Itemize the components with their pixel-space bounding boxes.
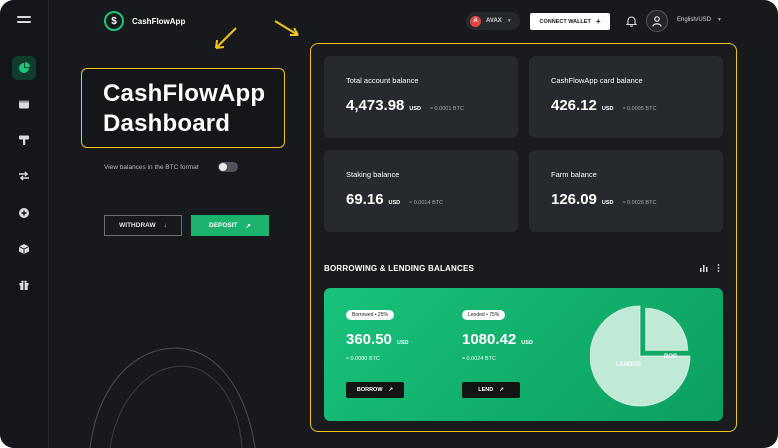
arrow-up-right-icon: ↗ <box>245 222 251 230</box>
balance-btc: ≈ 0.0095 BTC <box>622 106 657 112</box>
pie-chart-icon[interactable] <box>12 56 36 80</box>
lended-value-row: 1080.42 USD <box>462 331 533 348</box>
annotation-arrow-icon <box>274 20 299 36</box>
deposit-label: DEPOSIT <box>209 222 238 229</box>
deposit-button[interactable]: DEPOSIT ↗ <box>191 215 269 236</box>
borrowed-unit: USD <box>396 340 409 346</box>
logo-mark: $ <box>104 11 124 31</box>
balance-label: Total account balance <box>346 76 419 85</box>
balance-label: Staking balance <box>346 170 400 179</box>
balance-btc: ≈ 0.0001 BTC <box>430 106 464 112</box>
arrow-up-right-icon: ↗ <box>499 387 504 393</box>
network-label: AVAX <box>486 18 502 24</box>
connect-wallet-label: CONNECT WALLET <box>539 18 591 25</box>
borrowed-badge: Borrowed • 25% <box>346 310 394 320</box>
btc-format-toggle[interactable] <box>218 162 238 172</box>
bell-icon[interactable] <box>625 14 638 32</box>
top-bar: $ CashFlowApp A AVAX ▼ CONNECT WALLET + … <box>48 0 778 42</box>
lend-label: LEND <box>478 387 494 393</box>
decorative-arcs <box>89 347 256 448</box>
wallet-icon[interactable] <box>12 92 36 116</box>
borrowed-amount: 360.50 <box>346 331 392 348</box>
connect-wallet-button[interactable]: CONNECT WALLET + <box>530 13 610 30</box>
lending-card: Borrowed • 25% 360.50 USD ≈ 0.0080 BTC B… <box>324 288 723 421</box>
language-selector[interactable]: English/USD <box>677 17 711 23</box>
more-icon[interactable] <box>717 264 720 272</box>
balance-unit: USD <box>409 106 422 112</box>
balance-amount: 69.16 <box>346 191 384 208</box>
balance-card-farm[interactable]: Farm balance 126.09 USD ≈ 0.0026 BTC <box>529 150 723 232</box>
withdraw-button[interactable]: WITHDRAW ↓ <box>104 215 182 236</box>
swap-icon[interactable] <box>12 164 36 188</box>
annotation-arrow-icon <box>215 27 237 49</box>
box-icon[interactable] <box>12 237 36 261</box>
user-icon[interactable] <box>646 10 668 32</box>
lended-badge: Lended • 75% <box>462 310 506 320</box>
plus-icon: + <box>595 17 601 26</box>
balance-label: Farm balance <box>551 170 597 179</box>
borrowed-value-row: 360.50 USD <box>346 331 409 348</box>
balance-amount: 4,473.98 <box>346 97 405 114</box>
chevron-down-icon[interactable]: ▼ <box>717 17 722 23</box>
network-selector[interactable]: A AVAX ▼ <box>466 12 520 30</box>
bar-chart-icon[interactable] <box>700 264 708 272</box>
balance-unit: USD <box>388 200 401 206</box>
borrowed-btc: ≈ 0.0080 BTC <box>346 356 380 362</box>
dashboard-heading: CashFlowApp Dashboard <box>81 68 285 148</box>
page-title: CashFlowApp Dashboard <box>103 79 265 139</box>
balance-value-row: 69.16 USD ≈ 0.0014 BTC <box>346 191 443 208</box>
balance-unit: USD <box>601 106 614 112</box>
menu-icon[interactable] <box>17 16 31 26</box>
borrow-button[interactable]: BORROW ↗ <box>346 382 404 398</box>
app-logo[interactable]: $ CashFlowApp <box>104 11 185 31</box>
sidebar <box>0 0 49 448</box>
balance-amount: 126.09 <box>551 191 597 208</box>
hammer-icon[interactable] <box>12 128 36 152</box>
gift-icon[interactable] <box>12 273 36 297</box>
lend-button[interactable]: LEND ↗ <box>462 382 520 398</box>
balance-card-total[interactable]: Total account balance 4,473.98 USD ≈ 0.0… <box>324 56 518 138</box>
balance-value-row: 426.12 USD ≈ 0.0095 BTC <box>551 97 656 114</box>
withdraw-label: WITHDRAW <box>119 222 156 229</box>
section-toolbar <box>700 264 720 272</box>
btc-format-label: View balances in the BTC format <box>104 164 199 171</box>
plus-circle-icon[interactable] <box>12 201 36 225</box>
balance-amount: 426.12 <box>551 97 597 114</box>
app-name: CashFlowApp <box>132 16 186 26</box>
balance-card-card[interactable]: CashFlowApp card balance 426.12 USD ≈ 0.… <box>529 56 723 138</box>
lending-pie-chart: LENDED BOR <box>590 305 691 407</box>
lending-section-title: BORROWING & LENDING BALANCES <box>324 264 475 273</box>
pie-label-lended: LENDED <box>616 362 641 368</box>
balance-unit: USD <box>601 200 614 206</box>
pie-label-borrowed: BOR <box>664 354 678 360</box>
app-window: $ CashFlowApp A AVAX ▼ CONNECT WALLET + … <box>0 0 778 448</box>
balance-btc: ≈ 0.0026 BTC <box>622 200 657 206</box>
balances-panel: Total account balance 4,473.98 USD ≈ 0.0… <box>310 43 737 432</box>
balance-value-row: 126.09 USD ≈ 0.0026 BTC <box>551 191 656 208</box>
chevron-down-icon: ▼ <box>506 18 512 24</box>
balance-card-staking[interactable]: Staking balance 69.16 USD ≈ 0.0014 BTC <box>324 150 518 232</box>
balance-label: CashFlowApp card balance <box>551 76 643 85</box>
arrow-down-icon: ↓ <box>163 222 167 229</box>
arrow-up-right-icon: ↗ <box>388 387 394 393</box>
balance-value-row: 4,473.98 USD ≈ 0.0001 BTC <box>346 97 464 114</box>
title-line-1: CashFlowApp <box>103 80 266 107</box>
lended-btc: ≈ 0.0024 BTC <box>462 356 496 362</box>
pie-slice-borrowed[interactable] <box>645 307 689 351</box>
lended-amount: 1080.42 <box>462 331 517 348</box>
lended-unit: USD <box>521 340 533 346</box>
balance-btc: ≈ 0.0014 BTC <box>409 200 444 206</box>
avax-icon: A <box>470 15 481 27</box>
borrow-label: BORROW <box>356 387 383 393</box>
title-line-2: Dashboard <box>103 110 231 137</box>
